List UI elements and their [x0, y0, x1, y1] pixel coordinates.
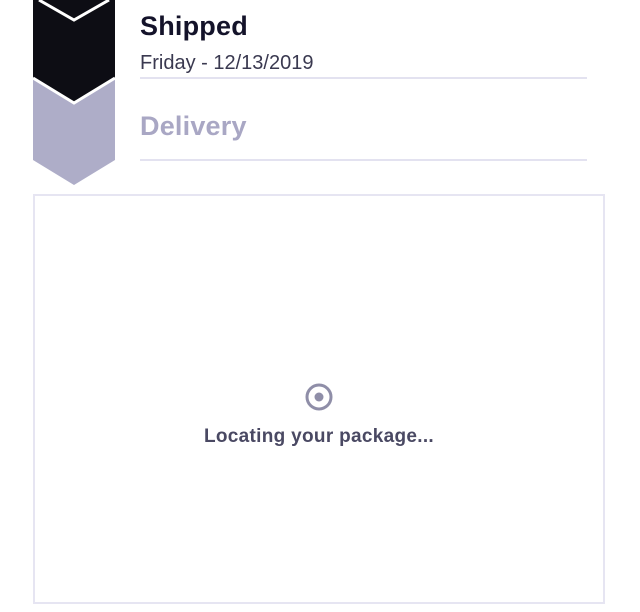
- location-target-icon: [304, 382, 334, 412]
- order-tracking-page: Shipped Friday - 12/13/2019 Delivery Loc…: [0, 0, 640, 612]
- locating-status-text: Locating your package...: [204, 426, 434, 447]
- step-shipped-title: Shipped: [140, 11, 248, 41]
- tracking-map-panel[interactable]: Locating your package...: [33, 194, 605, 604]
- step-shipped: Shipped Friday - 12/13/2019: [140, 0, 587, 79]
- step-delivery: Delivery: [140, 80, 587, 161]
- tracking-timeline: [33, 0, 115, 190]
- step-shipped-date: Friday - 12/13/2019: [140, 52, 314, 74]
- step-delivery-title: Delivery: [140, 111, 247, 141]
